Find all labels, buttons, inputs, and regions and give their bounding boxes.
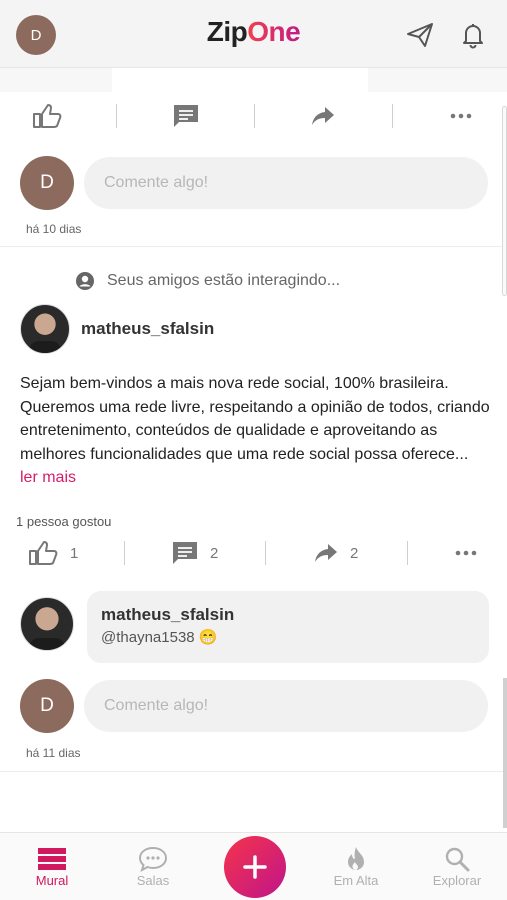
post-text: Sejam bem-vindos a mais nova rede social…	[20, 372, 490, 490]
commenter-name[interactable]: matheus_sfalsin	[101, 605, 475, 625]
logo-text-one: One	[247, 16, 301, 47]
like-button[interactable]: 1	[28, 533, 78, 573]
share-button[interactable]: 2	[314, 533, 358, 573]
nav-explorar[interactable]: Explorar	[417, 845, 497, 888]
comment-icon	[173, 542, 197, 564]
comment-input[interactable]: Comente algo!	[84, 157, 488, 209]
author-avatar[interactable]	[20, 304, 70, 354]
comment-input[interactable]: Comente algo!	[84, 680, 488, 732]
search-icon	[445, 847, 470, 872]
more-dots-icon	[455, 550, 477, 556]
flame-icon	[348, 847, 364, 870]
post2-comment-row: D Comente algo!	[20, 679, 490, 733]
send-icon[interactable]	[405, 20, 435, 50]
share-button[interactable]	[311, 96, 335, 136]
post-time: há 10 dias	[26, 222, 82, 236]
share-arrow-icon	[312, 107, 334, 125]
commenter-avatar[interactable]	[20, 597, 74, 651]
scrollbar-thumb[interactable]	[503, 678, 507, 828]
nav-mural[interactable]: Mural	[12, 845, 92, 888]
nav-label: Salas	[136, 873, 170, 888]
comment-bubble[interactable]: matheus_sfalsin @thayna1538 😁	[87, 591, 489, 663]
comment-icon	[174, 105, 198, 127]
likes-summary[interactable]: 1 pessoa gostou	[16, 514, 111, 529]
post1-comment-row: D Comente algo!	[20, 156, 490, 210]
create-post-button[interactable]	[224, 836, 286, 898]
post-image-bottom	[0, 68, 507, 92]
bottom-navigation: Mural Salas Em Alta Explorar	[0, 832, 507, 900]
nav-label: Em Alta	[333, 873, 379, 888]
post-body: Sejam bem-vindos a mais nova rede social…	[20, 375, 490, 463]
more-options-button[interactable]	[450, 96, 472, 136]
comment-button[interactable]: 2	[172, 533, 218, 573]
post2-actions: 1 2 2	[0, 533, 490, 573]
user-circle-icon	[76, 272, 94, 290]
post-time: há 11 dias	[26, 746, 81, 760]
nav-label: Mural	[35, 873, 69, 888]
like-button[interactable]	[32, 96, 62, 136]
logo-text-zip: Zip	[206, 16, 248, 47]
app-header: D ZipOne	[0, 0, 507, 68]
scrollbar-track[interactable]	[502, 106, 507, 296]
comment-avatar: D	[20, 156, 74, 210]
more-options-button[interactable]	[455, 533, 477, 573]
share-arrow-icon	[315, 544, 337, 562]
comment-button[interactable]	[173, 96, 199, 136]
mural-icon	[38, 848, 66, 870]
chat-bubble-icon	[138, 846, 168, 872]
comment-avatar: D	[20, 679, 74, 733]
nav-salas[interactable]: Salas	[113, 845, 193, 888]
friends-activity: Seus amigos estão interagindo...	[75, 271, 340, 291]
thumbs-up-icon	[33, 104, 62, 128]
plus-icon	[243, 855, 267, 879]
bell-icon[interactable]	[458, 20, 488, 50]
read-more-link[interactable]: ler mais	[20, 469, 76, 486]
author-name[interactable]: matheus_sfalsin	[81, 319, 214, 339]
like-count: 1	[70, 544, 79, 562]
thumbs-up-icon	[29, 541, 58, 565]
share-count: 2	[350, 544, 359, 562]
more-dots-icon	[450, 113, 472, 119]
comment-text: @thayna1538 😁	[101, 629, 218, 646]
activity-text: Seus amigos estão interagindo...	[107, 272, 341, 289]
nav-label: Explorar	[432, 873, 482, 888]
nav-em-alta[interactable]: Em Alta	[316, 845, 396, 888]
post1-actions	[0, 96, 490, 136]
post-author[interactable]: matheus_sfalsin	[20, 304, 214, 354]
comment-count: 2	[210, 544, 219, 562]
comment-item: matheus_sfalsin @thayna1538 😁	[20, 591, 490, 663]
